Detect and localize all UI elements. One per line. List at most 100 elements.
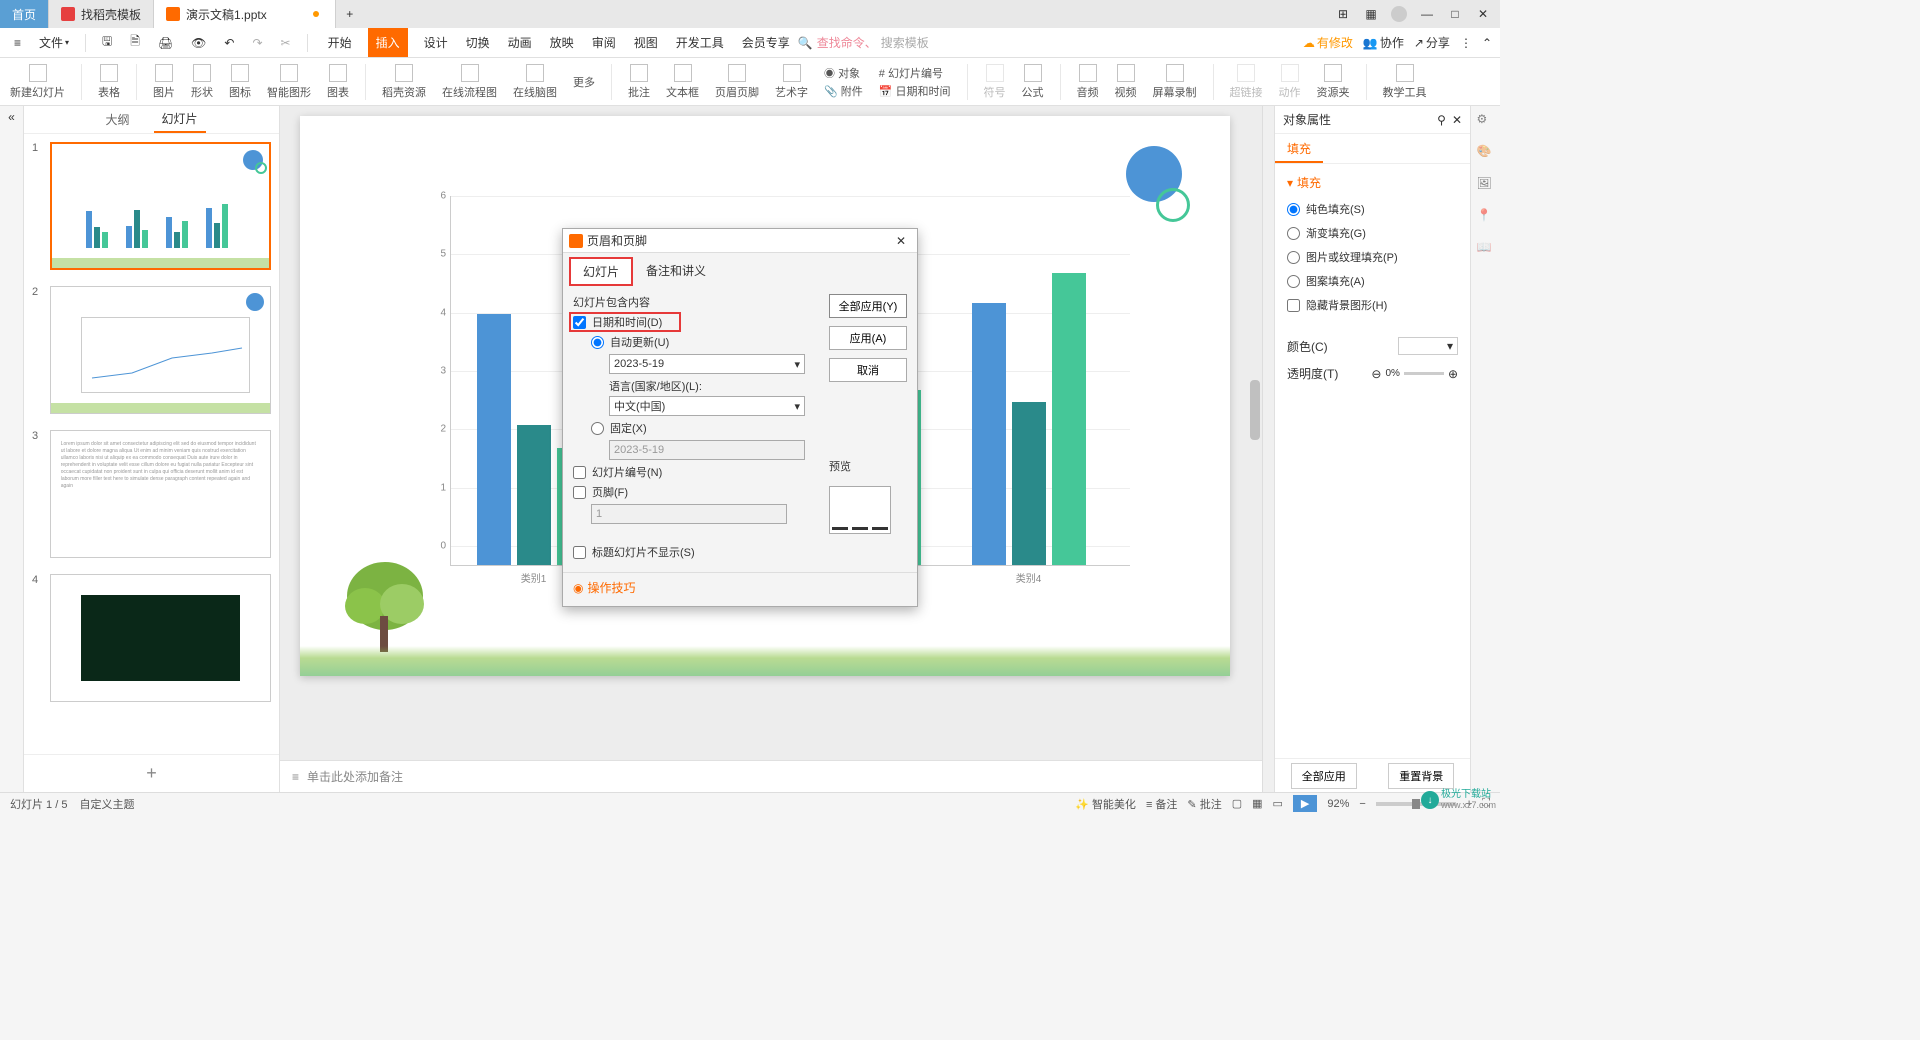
dialog-tab-slide[interactable]: 幻灯片 xyxy=(569,257,633,286)
slide-thumb-3[interactable]: Lorem ipsum dolor sit amet consectetur a… xyxy=(50,430,271,558)
tab-start[interactable]: 开始 xyxy=(326,28,354,57)
fill-gradient[interactable]: 渐变填充(G) xyxy=(1287,225,1458,241)
tab-view[interactable]: 视图 xyxy=(632,28,660,57)
prop-sidebar-handle[interactable] xyxy=(1262,106,1274,792)
more-icon[interactable]: ⋮ xyxy=(1460,36,1472,50)
tab-review[interactable]: 审阅 xyxy=(590,28,618,57)
smart-shape-button[interactable]: 智能图形 xyxy=(267,64,311,100)
more-button[interactable]: 更多 xyxy=(573,74,595,90)
collab-button[interactable]: 👥协作 xyxy=(1363,34,1404,51)
opacity-plus[interactable]: ⊕ xyxy=(1448,367,1458,381)
share-button[interactable]: ↗分享 xyxy=(1414,34,1450,51)
slide-number-checkbox[interactable]: 幻灯片编号(N) xyxy=(573,464,821,480)
undo-icon[interactable]: ↶ xyxy=(218,32,240,54)
tab-slideshow[interactable]: 放映 xyxy=(548,28,576,57)
notes-bar[interactable]: ≡ 单击此处添加备注 xyxy=(280,760,1262,792)
mindmap-button[interactable]: 在线脑图 xyxy=(513,64,557,100)
outline-tab[interactable]: 大纲 xyxy=(97,107,137,132)
apply-all-button[interactable]: 全部应用 xyxy=(1291,763,1357,789)
close-panel-icon[interactable]: ✕ xyxy=(1452,113,1462,127)
theme-name[interactable]: 自定义主题 xyxy=(79,796,134,812)
language-select[interactable]: 中文(中国)▾ xyxy=(609,396,805,416)
new-slide-button[interactable]: 新建幻灯片 xyxy=(10,64,65,100)
opacity-slider[interactable] xyxy=(1404,372,1444,375)
command-search[interactable]: 🔍 查找命令、搜索模板 xyxy=(798,34,929,51)
pin-icon[interactable]: ⚲ xyxy=(1437,113,1446,127)
fixed-radio[interactable]: 固定(X) xyxy=(591,420,821,436)
apps-icon[interactable]: ▦ xyxy=(1358,3,1384,25)
collapse-left-icon[interactable]: « xyxy=(0,106,24,792)
notes-button[interactable]: ≡ 备注 xyxy=(1146,796,1177,812)
datetime-checkbox[interactable]: 日期和时间(D) xyxy=(573,314,821,330)
screen-record-button[interactable]: 屏幕录制 xyxy=(1153,64,1197,100)
tab-animation[interactable]: 动画 xyxy=(506,28,534,57)
save-as-icon[interactable]: 🗎 xyxy=(124,28,146,57)
collapse-ribbon-icon[interactable]: ⌃ xyxy=(1482,36,1492,50)
fill-solid[interactable]: 纯色填充(S) xyxy=(1287,201,1458,217)
print-preview-icon[interactable]: 👁 xyxy=(185,32,212,54)
hide-title-checkbox[interactable]: 标题幻灯片不显示(S) xyxy=(573,544,821,560)
image-icon[interactable]: 🖼 xyxy=(1477,176,1495,194)
slide-thumb-1[interactable] xyxy=(50,142,271,270)
object-button[interactable]: ◉ 对象 xyxy=(824,65,863,81)
symbol-button[interactable]: 符号 xyxy=(984,64,1006,100)
slide-number-button[interactable]: # 幻灯片编号 xyxy=(879,65,951,81)
user-avatar[interactable] xyxy=(1386,3,1412,25)
view-sorter-icon[interactable]: ▦ xyxy=(1252,797,1262,810)
chart-button[interactable]: 图表 xyxy=(327,64,349,100)
pending-changes[interactable]: ☁有修改 xyxy=(1303,34,1353,51)
hide-bg[interactable]: 隐藏背景图形(H) xyxy=(1287,297,1458,313)
dialog-tab-notes[interactable]: 备注和讲义 xyxy=(633,257,719,286)
minimize-button[interactable]: — xyxy=(1414,3,1440,25)
add-slide-button[interactable]: + xyxy=(24,754,279,792)
docer-button[interactable]: 稻壳资源 xyxy=(382,64,426,100)
book-icon[interactable]: 📖 xyxy=(1477,240,1495,258)
tab-developer[interactable]: 开发工具 xyxy=(674,28,726,57)
document-tab[interactable]: 演示文稿1.pptx xyxy=(154,0,336,28)
equation-button[interactable]: 公式 xyxy=(1022,64,1044,100)
save-icon[interactable]: 🖫 xyxy=(96,28,118,57)
thumbnail-list[interactable]: 1 2 xyxy=(24,134,279,754)
footer-checkbox[interactable]: 页脚(F) xyxy=(573,484,821,500)
beautify-button[interactable]: ✨ 智能美化 xyxy=(1075,796,1136,812)
header-footer-button[interactable]: 页眉页脚 xyxy=(715,64,759,100)
image-button[interactable]: 图片 xyxy=(153,64,175,100)
print-icon[interactable]: 🖨 xyxy=(152,32,179,54)
fill-picture[interactable]: 图片或纹理填充(P) xyxy=(1287,249,1458,265)
file-menu[interactable]: 文件▾ xyxy=(33,30,75,55)
audio-button[interactable]: 音频 xyxy=(1077,64,1099,100)
slides-tab[interactable]: 幻灯片 xyxy=(154,106,206,133)
comment-button[interactable]: 批注 xyxy=(628,64,650,100)
dialog-close-button[interactable]: ✕ xyxy=(891,234,911,248)
tab-design[interactable]: 设计 xyxy=(422,28,450,57)
play-button[interactable]: ▶ xyxy=(1293,795,1317,812)
comments-button[interactable]: ✎ 批注 xyxy=(1187,796,1221,812)
cancel-button[interactable]: 取消 xyxy=(829,358,907,382)
settings-icon[interactable]: ⚙ xyxy=(1477,112,1495,130)
tips-link[interactable]: 操作技巧 xyxy=(587,579,635,596)
tab-insert[interactable]: 插入 xyxy=(368,28,408,57)
location-icon[interactable]: 📍 xyxy=(1477,208,1495,226)
zoom-value[interactable]: 92% xyxy=(1327,798,1349,810)
close-button[interactable]: ✕ xyxy=(1470,3,1496,25)
date-format-select[interactable]: 2023-5-19▾ xyxy=(609,354,805,374)
fill-tab[interactable]: 填充 xyxy=(1275,134,1323,163)
slide-thumb-4[interactable] xyxy=(50,574,271,702)
add-tab-button[interactable]: + xyxy=(336,7,364,21)
date-time-button[interactable]: 📅 日期和时间 xyxy=(879,83,951,99)
wordart-button[interactable]: 艺术字 xyxy=(775,64,808,100)
slide-thumb-2[interactable] xyxy=(50,286,271,414)
resource-button[interactable]: 资源夹 xyxy=(1317,64,1350,100)
flowchart-button[interactable]: 在线流程图 xyxy=(442,64,497,100)
action-button[interactable]: 动作 xyxy=(1279,64,1301,100)
style-icon[interactable]: 🎨 xyxy=(1477,144,1495,162)
cut-icon[interactable]: ✂ xyxy=(275,32,297,54)
reset-bg-button[interactable]: 重置背景 xyxy=(1388,763,1454,789)
icon-button[interactable]: 图标 xyxy=(229,64,251,100)
maximize-button[interactable]: □ xyxy=(1442,3,1468,25)
video-button[interactable]: 视频 xyxy=(1115,64,1137,100)
template-tab[interactable]: 找稻壳模板 xyxy=(49,0,154,28)
shape-button[interactable]: 形状 xyxy=(191,64,213,100)
apply-all-button[interactable]: 全部应用(Y) xyxy=(829,294,907,318)
tab-transition[interactable]: 切换 xyxy=(464,28,492,57)
